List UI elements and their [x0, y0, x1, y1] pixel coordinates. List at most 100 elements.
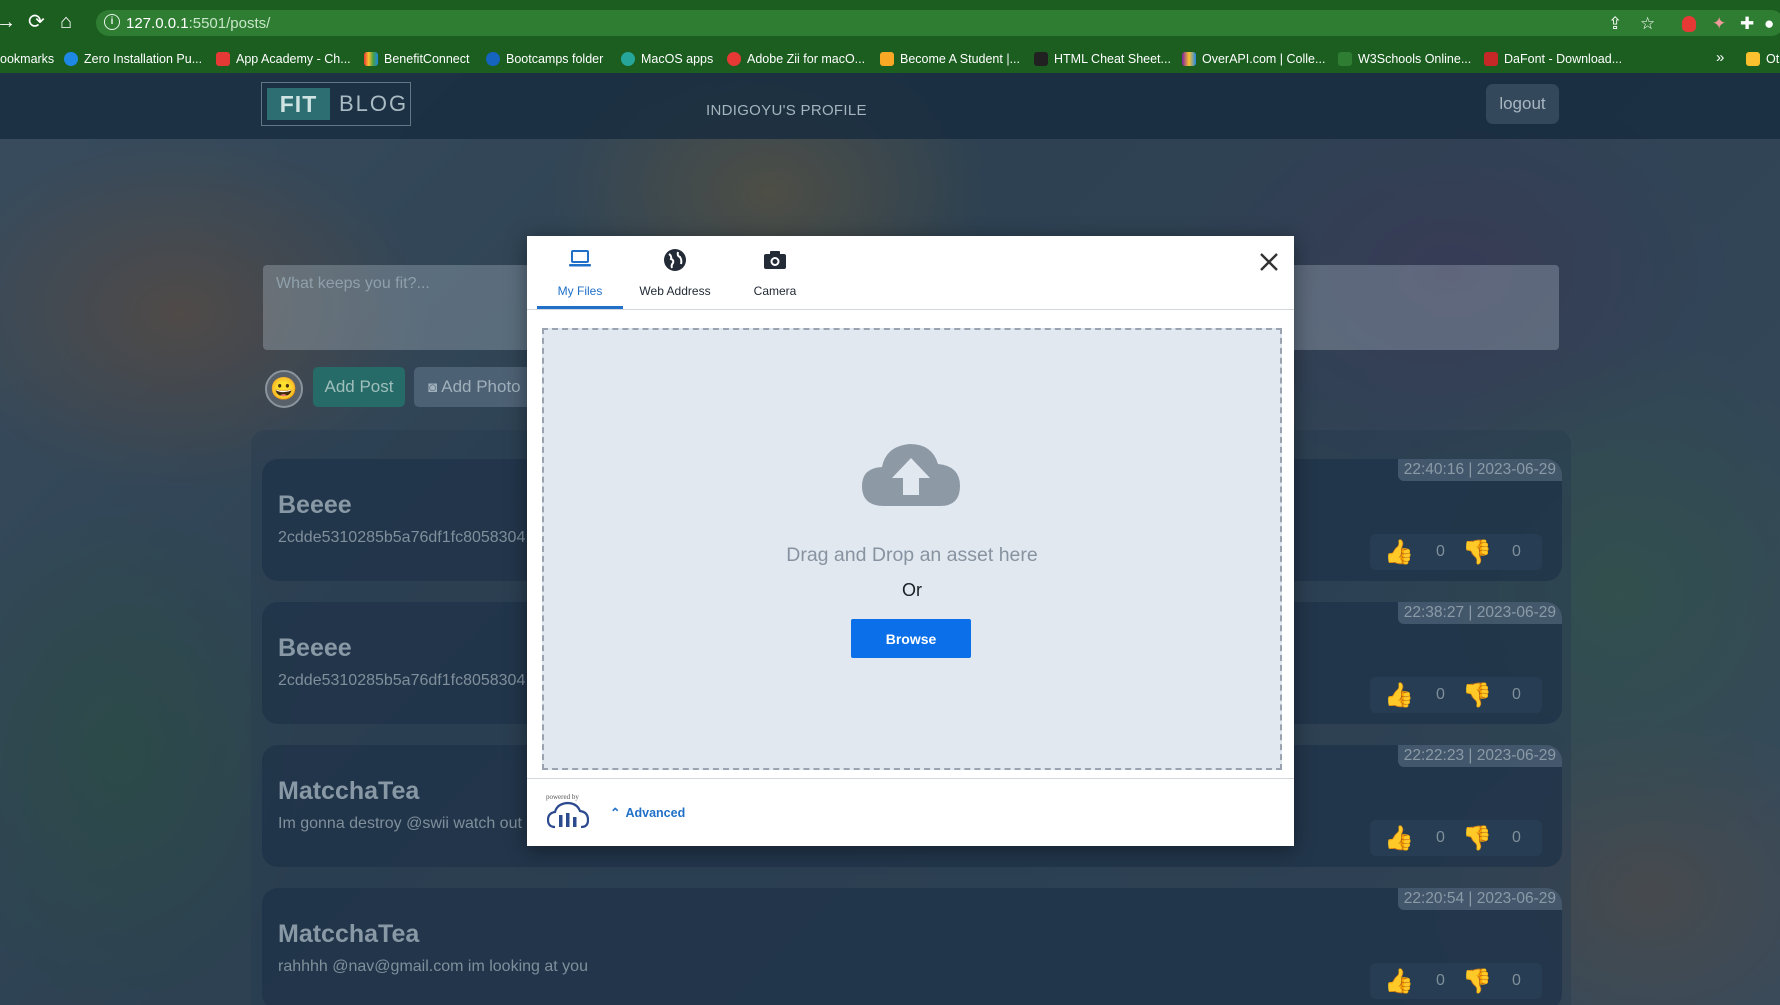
tab-web-address[interactable]: Web Address — [627, 236, 723, 309]
post-timestamp: 22:22:23 | 2023-06-29 — [1397, 745, 1562, 767]
post-author[interactable]: Beeee — [278, 491, 352, 520]
tab-label: Camera — [753, 284, 797, 298]
folder-icon — [1746, 52, 1760, 66]
post-body: Im gonna destroy @swii watch out — [278, 815, 522, 832]
post-body: rahhhh @nav@gmail.com im looking at you — [278, 958, 588, 975]
post-card: MatcchaTea rahhhh @nav@gmail.com im look… — [262, 888, 1562, 1005]
bookmark-item[interactable]: Bootcamps folder — [486, 52, 603, 66]
profile-icon[interactable]: ● — [1764, 14, 1774, 34]
bookmark-label: App Academy - Ch... — [236, 52, 351, 66]
thumbs-down-icon[interactable]: 👎 — [1462, 681, 1492, 710]
bookmark-item[interactable]: DaFont - Download... — [1484, 52, 1622, 66]
favicon-icon — [1182, 52, 1196, 66]
bookmark-item[interactable]: BenefitConnect — [364, 52, 469, 66]
widget-footer: powered by ⌃ Advanced — [527, 778, 1294, 847]
or-text: Or — [902, 580, 922, 600]
tab-camera[interactable]: Camera — [732, 236, 818, 309]
advanced-label: Advanced — [625, 806, 686, 820]
more-bookmarks-chevron-icon[interactable]: » — [1716, 49, 1724, 66]
dislike-count: 0 — [1512, 686, 1521, 703]
extensions-puzzle-icon[interactable]: ✚ — [1740, 14, 1754, 34]
address-bar[interactable] — [96, 10, 1780, 36]
post-author[interactable]: Beeee — [278, 634, 352, 663]
browser-toolbar: → ⟳ ⌂ i 127.0.0.1:5501/posts/ ⇪ ☆ ✦ ✚ ● — [0, 0, 1780, 43]
reload-icon[interactable]: ⟳ — [28, 12, 45, 32]
vote-bar: 👍 0 👎 0 — [1370, 963, 1542, 999]
bookmarks-bar: ookmarks Zero Installation Pu... App Aca… — [0, 43, 1780, 74]
url-host: 127.0.0.1 — [126, 15, 189, 32]
powered-by-text: powered by — [546, 793, 579, 801]
site-logo[interactable]: FIT BLOG — [261, 82, 411, 126]
bookmark-item[interactable]: W3Schools Online... — [1338, 52, 1471, 66]
bookmark-item[interactable]: HTML Cheat Sheet... — [1034, 52, 1171, 66]
dislike-count: 0 — [1512, 543, 1521, 560]
post-author[interactable]: MatcchaTea — [278, 920, 419, 949]
home-icon[interactable]: ⌂ — [60, 12, 72, 32]
chevron-up-icon: ⌃ — [610, 806, 621, 820]
bookmark-item[interactable]: Adobe Zii for macO... — [727, 52, 865, 66]
close-icon[interactable] — [1257, 250, 1281, 274]
forward-icon[interactable]: → — [0, 12, 16, 32]
like-count: 0 — [1436, 686, 1445, 703]
tab-label: My Files — [557, 284, 603, 298]
bookmark-item[interactable]: ookmarks — [0, 52, 54, 66]
thumbs-up-icon[interactable]: 👍 — [1384, 824, 1414, 853]
post-timestamp: 22:40:16 | 2023-06-29 — [1397, 459, 1562, 481]
post-placeholder: What keeps you fit?... — [276, 275, 430, 292]
tab-label: Web Address — [639, 284, 711, 298]
like-count: 0 — [1436, 543, 1445, 560]
globe-icon — [664, 249, 686, 271]
post-timestamp: 22:20:54 | 2023-06-29 — [1397, 888, 1562, 910]
bookmark-label: HTML Cheat Sheet... — [1054, 52, 1171, 66]
favicon-icon — [727, 52, 741, 66]
bookmark-label: MacOS apps — [641, 52, 714, 66]
favicon-icon — [216, 52, 230, 66]
extension-icon-2[interactable]: ✦ — [1712, 14, 1726, 34]
advanced-toggle[interactable]: ⌃ Advanced — [610, 805, 685, 820]
bookmark-item[interactable]: OverAPI.com | Colle... — [1182, 52, 1325, 66]
camera-icon — [764, 251, 786, 269]
favicon-icon — [64, 52, 78, 66]
dislike-count: 0 — [1512, 972, 1521, 989]
logo-blog: BLOG — [339, 91, 409, 116]
thumbs-up-icon[interactable]: 👍 — [1384, 538, 1414, 567]
bookmark-label: BenefitConnect — [384, 52, 470, 66]
favicon-icon — [1338, 52, 1352, 66]
address-row: → ⟳ ⌂ i 127.0.0.1:5501/posts/ ⇪ ☆ ✦ ✚ ● — [0, 4, 1780, 40]
logout-button[interactable]: logout — [1486, 84, 1559, 124]
logo-fit: FIT — [267, 88, 330, 120]
thumbs-down-icon[interactable]: 👎 — [1462, 824, 1492, 853]
favicon-icon — [1484, 52, 1498, 66]
cloudinary-logo-icon[interactable] — [547, 801, 589, 829]
thumbs-down-icon[interactable]: 👎 — [1462, 967, 1492, 996]
bookmark-item[interactable]: Zero Installation Pu... — [64, 52, 202, 66]
thumbs-up-icon[interactable]: 👍 — [1384, 681, 1414, 710]
bookmark-item[interactable]: App Academy - Ch... — [216, 52, 351, 66]
favicon-icon — [880, 52, 894, 66]
post-author[interactable]: MatcchaTea — [278, 777, 419, 806]
url-text[interactable]: 127.0.0.1:5501/posts/ — [126, 15, 270, 32]
extension-icon[interactable] — [1682, 16, 1696, 32]
bookmark-label: Adobe Zii for macO... — [747, 52, 866, 66]
bookmark-item[interactable]: Ot — [1746, 52, 1779, 66]
tab-my-files[interactable]: My Files — [537, 236, 623, 309]
emoji-picker-button[interactable]: 😀 — [265, 370, 303, 408]
post-timestamp: 22:38:27 | 2023-06-29 — [1397, 602, 1562, 624]
bookmark-item[interactable]: Become A Student |... — [880, 52, 1020, 66]
bookmark-label: W3Schools Online... — [1358, 52, 1472, 66]
browse-button[interactable]: Browse — [851, 619, 971, 658]
thumbs-up-icon[interactable]: 👍 — [1384, 967, 1414, 996]
thumbs-down-icon[interactable]: 👎 — [1462, 538, 1492, 567]
source-tabs: My Files Web Address Camera — [527, 236, 1294, 310]
share-icon[interactable]: ⇪ — [1608, 14, 1622, 34]
favicon-icon — [364, 52, 378, 66]
site-info-icon[interactable]: i — [104, 14, 120, 30]
active-tab-indicator — [537, 306, 623, 309]
bookmark-star-icon[interactable]: ☆ — [1640, 14, 1655, 34]
bookmark-label: ookmarks — [0, 52, 55, 66]
laptop-icon — [569, 250, 591, 267]
bookmark-item[interactable]: MacOS apps — [621, 52, 713, 66]
vote-bar: 👍 0 👎 0 — [1370, 677, 1542, 713]
drop-zone[interactable]: Drag and Drop an asset here Or Browse — [542, 328, 1282, 770]
add-post-button[interactable]: Add Post — [313, 367, 405, 407]
